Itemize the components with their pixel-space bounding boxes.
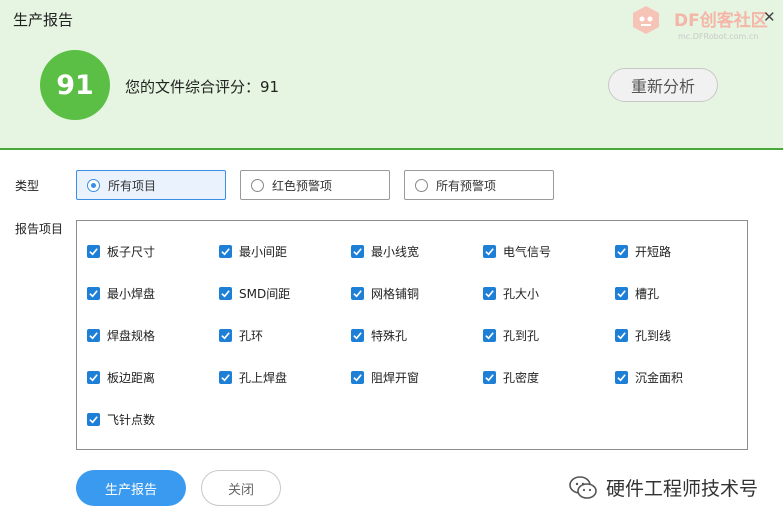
watermark-url: mc.DFRobot.com.cn [678, 32, 759, 41]
robot-logo-icon [633, 6, 659, 34]
checkbox-hole-size[interactable]: 孔大小 [483, 285, 539, 302]
checkbox-checked-icon [483, 245, 496, 258]
score-header: 生产报告 DF创客社区 mc.DFRobot.com.cn ✕ 91 您的文件综… [0, 0, 783, 150]
radio-selected-icon [87, 178, 100, 192]
checkbox-checked-icon [483, 371, 496, 384]
checkbox-checked-icon [219, 287, 232, 300]
checkbox-label: 最小间距 [239, 245, 288, 259]
checkbox-checked-icon [483, 287, 496, 300]
checkbox-label: 沉金面积 [635, 371, 684, 385]
checkbox-hole-density[interactable]: 孔密度 [483, 369, 539, 386]
checkbox-label: 最小线宽 [371, 245, 420, 259]
checkbox-checked-icon [87, 287, 100, 300]
wechat-icon [569, 475, 597, 499]
checkbox-open-short[interactable]: 开短路 [615, 243, 671, 260]
checkbox-solder-mask-opening[interactable]: 阻焊开窗 [351, 369, 419, 386]
checkbox-annular-ring[interactable]: 孔环 [219, 327, 263, 344]
checkbox-checked-icon [351, 371, 364, 384]
checkbox-label: 槽孔 [635, 287, 660, 301]
checkbox-slot-hole[interactable]: 槽孔 [615, 285, 659, 302]
checkbox-label: 电气信号 [503, 245, 552, 259]
checkbox-label: 最小焊盘 [107, 287, 156, 301]
checkbox-checked-icon [615, 287, 628, 300]
radio-all-items[interactable]: 所有项目 [76, 170, 226, 200]
score-badge: 91 [40, 50, 110, 120]
radio-label: 所有预警项 [436, 178, 497, 193]
checkbox-label: 孔密度 [503, 371, 540, 385]
checkbox-flying-probe-points[interactable]: 飞针点数 [87, 411, 155, 428]
checkbox-label: 阻焊开窗 [371, 371, 420, 385]
generate-report-button[interactable]: 生产报告 [76, 470, 186, 506]
radio-unselected-icon [415, 178, 428, 192]
production-report-dialog: 生产报告 DF创客社区 mc.DFRobot.com.cn ✕ 91 您的文件综… [0, 0, 783, 522]
checkbox-pad-spec[interactable]: 焊盘规格 [87, 327, 155, 344]
close-button[interactable]: 关闭 [201, 470, 281, 506]
close-icon[interactable]: ✕ [763, 8, 776, 26]
reanalyze-button[interactable]: 重新分析 [608, 68, 718, 102]
checkbox-label: 板子尺寸 [107, 245, 156, 259]
checkbox-checked-icon [219, 329, 232, 342]
checkbox-checked-icon [615, 329, 628, 342]
checkbox-checked-icon [87, 329, 100, 342]
checkbox-special-hole[interactable]: 特殊孔 [351, 327, 407, 344]
checkbox-checked-icon [351, 245, 364, 258]
checkbox-label: 开短路 [635, 245, 672, 259]
checkbox-board-size[interactable]: 板子尺寸 [87, 243, 155, 260]
checkbox-pad-on-hole[interactable]: 孔上焊盘 [219, 369, 287, 386]
checkbox-label: 网格铺铜 [371, 287, 420, 301]
score-summary: 您的文件综合评分：91 [125, 78, 280, 96]
checkbox-label: SMD间距 [239, 287, 291, 301]
dialog-title: 生产报告 [13, 11, 74, 29]
watermark-brand: DF创客社区 [674, 11, 768, 31]
checkbox-checked-icon [87, 413, 100, 426]
checkbox-min-spacing[interactable]: 最小间距 [219, 243, 287, 260]
radio-label: 所有项目 [108, 178, 157, 193]
checkbox-min-trace-width[interactable]: 最小线宽 [351, 243, 419, 260]
checkbox-checked-icon [87, 371, 100, 384]
radio-all-warnings[interactable]: 所有预警项 [404, 170, 554, 200]
checkbox-board-edge-distance[interactable]: 板边距离 [87, 369, 155, 386]
radio-label: 红色预警项 [272, 178, 333, 193]
checkbox-smd-spacing[interactable]: SMD间距 [219, 285, 290, 302]
checkbox-hole-to-trace[interactable]: 孔到线 [615, 327, 671, 344]
checkbox-checked-icon [615, 371, 628, 384]
checkbox-label: 孔上焊盘 [239, 371, 288, 385]
checkbox-checked-icon [483, 329, 496, 342]
checkbox-label: 孔到孔 [503, 329, 540, 343]
checkbox-label: 孔大小 [503, 287, 540, 301]
checkbox-min-pad[interactable]: 最小焊盘 [87, 285, 155, 302]
radio-unselected-icon [251, 178, 264, 192]
checkbox-grid-copper[interactable]: 网格铺铜 [351, 285, 419, 302]
checkbox-label: 特殊孔 [371, 329, 408, 343]
checkbox-label: 孔环 [239, 329, 264, 343]
type-label: 类型 [15, 179, 40, 193]
checkbox-checked-icon [351, 287, 364, 300]
radio-red-warnings[interactable]: 红色预警项 [240, 170, 390, 200]
checkbox-label: 飞针点数 [107, 413, 156, 427]
checkbox-electrical-signal[interactable]: 电气信号 [483, 243, 551, 260]
checkbox-checked-icon [351, 329, 364, 342]
report-items-label: 报告项目 [15, 222, 64, 236]
checkbox-checked-icon [219, 371, 232, 384]
checkbox-gold-area[interactable]: 沉金面积 [615, 369, 683, 386]
wechat-watermark: 硬件工程师技术号 [568, 474, 758, 501]
checkbox-label: 板边距离 [107, 371, 156, 385]
wechat-account-name: 硬件工程师技术号 [606, 478, 759, 500]
checkbox-checked-icon [219, 245, 232, 258]
checkbox-checked-icon [87, 245, 100, 258]
report-items-panel: 板子尺寸 最小间距 最小线宽 电气信号 开短路 最小焊盘 SMD间距 网格铺铜 … [76, 220, 748, 450]
checkbox-hole-to-hole[interactable]: 孔到孔 [483, 327, 539, 344]
checkbox-checked-icon [615, 245, 628, 258]
checkbox-label: 焊盘规格 [107, 329, 156, 343]
checkbox-label: 孔到线 [635, 329, 672, 343]
